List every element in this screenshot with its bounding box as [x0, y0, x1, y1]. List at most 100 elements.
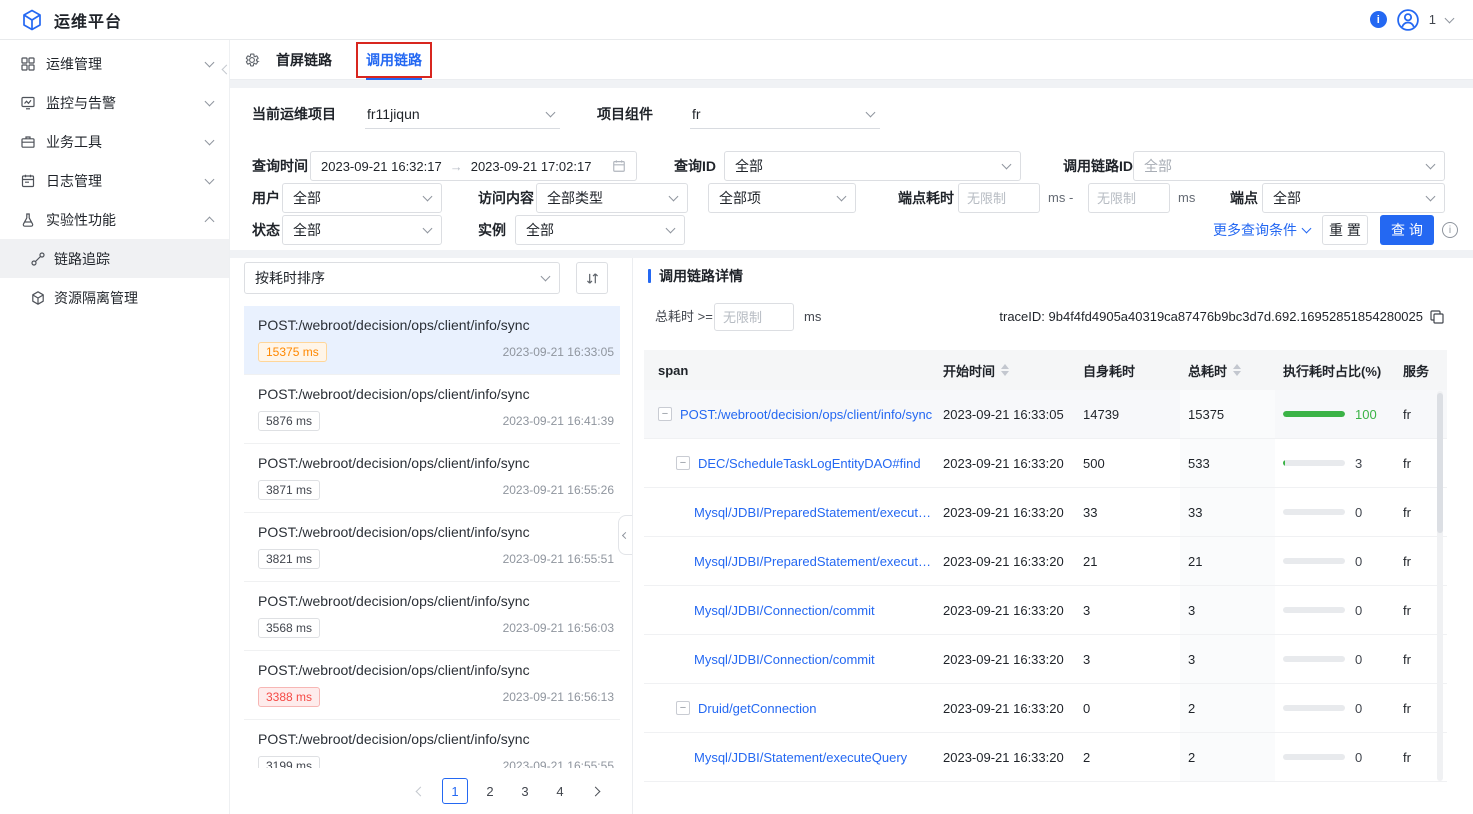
span-link[interactable]: Druid/getConnection	[698, 701, 817, 716]
user-select[interactable]: 全部	[282, 183, 442, 213]
span-link[interactable]: DEC/ScheduleTaskLogEntityDAO#find	[698, 456, 921, 471]
pagination-prev[interactable]	[407, 778, 433, 804]
collapse-toggle-icon[interactable]: −	[676, 456, 690, 470]
collapse-toggle-icon[interactable]: −	[658, 407, 672, 421]
endpoint-cost-max-input[interactable]	[1088, 183, 1170, 213]
span-table-row[interactable]: − Druid/getConnection 2023-09-21 16:33:2…	[644, 684, 1447, 733]
sort-by-select[interactable]: 按耗时排序	[244, 262, 560, 294]
sidebar-item-ops-management[interactable]: 运维管理	[0, 44, 229, 83]
info-icon[interactable]: i	[1369, 11, 1387, 28]
exec-pct-cell: 0	[1275, 586, 1395, 634]
endpoint-cost-min-input[interactable]	[958, 183, 1040, 213]
self-cost-cell: 3	[1083, 651, 1091, 667]
progress-track	[1283, 754, 1345, 760]
trace-list-item[interactable]: POST:/webroot/decision/ops/client/info/s…	[244, 444, 620, 513]
trace-list-items: POST:/webroot/decision/ops/client/info/s…	[244, 306, 620, 789]
panel-collapse-handle[interactable]	[618, 515, 632, 555]
copy-icon[interactable]	[1429, 309, 1445, 325]
filter-panel: 当前运维项目 fr11jiqun 项目组件 fr 查询时间 2023-09-21…	[230, 88, 1473, 250]
gear-icon[interactable]	[244, 52, 260, 68]
sidebar-item-label: 实验性功能	[46, 211, 116, 228]
span-link[interactable]: Mysql/JDBI/Connection/commit	[694, 652, 875, 667]
span-table-row[interactable]: − POST:/webroot/decision/ops/client/info…	[644, 390, 1447, 439]
trace-item-duration-badge: 3388 ms	[258, 687, 321, 707]
chevron-left-icon	[621, 531, 630, 539]
sidebar-item-experimental[interactable]: 实验性功能	[0, 200, 229, 239]
sidebar-item-resource-isolation[interactable]: 资源隔离管理	[0, 278, 229, 317]
progress-track	[1283, 705, 1345, 711]
col-total-cost[interactable]: 总耗时	[1180, 350, 1275, 390]
span-table-row[interactable]: − Mysql/JDBI/PreparedStatement/executeQ.…	[644, 488, 1447, 537]
sidebar-item-log-management[interactable]: 日志管理	[0, 161, 229, 200]
sort-order-button[interactable]	[576, 262, 608, 294]
progress-track	[1283, 411, 1345, 417]
col-start-time[interactable]: 开始时间	[935, 350, 1075, 390]
content-item-select[interactable]: 全部项	[708, 183, 856, 213]
span-table-body: − POST:/webroot/decision/ops/client/info…	[644, 390, 1447, 782]
collapse-toggle-icon[interactable]: −	[676, 701, 690, 715]
endpoint-label: 端点	[1230, 190, 1258, 206]
chevron-down-icon[interactable]	[1444, 13, 1455, 23]
endpoint-select[interactable]: 全部	[1262, 183, 1445, 213]
trace-list-item[interactable]: POST:/webroot/decision/ops/client/info/s…	[244, 375, 620, 444]
instance-select[interactable]: 全部	[515, 215, 685, 245]
self-cost-cell: 500	[1083, 455, 1105, 471]
trace-item-duration-badge: 15375 ms	[258, 342, 327, 362]
tab-call-trace[interactable]: 调用链路	[356, 40, 432, 80]
filter-info-icon[interactable]: i	[1442, 222, 1458, 238]
total-cost-cell: 3	[1180, 635, 1275, 683]
sidebar-item-label: 监控与告警	[46, 94, 116, 111]
sort-carets-icon[interactable]	[1001, 364, 1010, 376]
span-link[interactable]: Mysql/JDBI/Statement/executeQuery	[694, 750, 907, 765]
trace-list-item[interactable]: POST:/webroot/decision/ops/client/info/s…	[244, 651, 620, 720]
progress-track	[1283, 460, 1345, 466]
trace-id-select[interactable]: 全部	[1133, 151, 1445, 181]
pagination-page[interactable]: 4	[547, 778, 573, 804]
total-cost-input[interactable]	[714, 303, 794, 331]
reset-button[interactable]: 重 置	[1322, 215, 1368, 245]
trace-detail-panel: 调用链路详情 总耗时 >= ms traceID: 9b4f4fd4905a40…	[642, 258, 1473, 814]
trace-item-title: POST:/webroot/decision/ops/client/info/s…	[258, 317, 530, 333]
span-table-row[interactable]: − Mysql/JDBI/Connection/commit 2023-09-2…	[644, 635, 1447, 684]
pagination-page[interactable]: 2	[477, 778, 503, 804]
trace-list-item[interactable]: POST:/webroot/decision/ops/client/info/s…	[244, 513, 620, 582]
query-id-select[interactable]: 全部	[724, 151, 1021, 181]
status-select[interactable]: 全部	[282, 215, 442, 245]
start-time-cell: 2023-09-21 16:33:20	[943, 455, 1064, 471]
pagination-page[interactable]: 3	[512, 778, 538, 804]
project-select[interactable]: fr11jiqun	[365, 99, 560, 129]
span-link[interactable]: Mysql/JDBI/PreparedStatement/executeQ...	[694, 505, 935, 520]
more-conditions-link[interactable]: 更多查询条件	[1213, 215, 1312, 245]
sidebar-item-monitoring-alerts[interactable]: 监控与告警	[0, 83, 229, 122]
sidebar-item-trace[interactable]: 链路追踪	[0, 239, 229, 278]
span-link[interactable]: Mysql/JDBI/Connection/commit	[694, 603, 875, 618]
exec-pct-cell: 100	[1275, 390, 1395, 438]
time-range-picker[interactable]: 2023-09-21 16:32:17 → 2023-09-21 17:02:1…	[310, 151, 637, 181]
user-avatar-icon[interactable]	[1396, 8, 1419, 31]
span-link[interactable]: Mysql/JDBI/PreparedStatement/executeQuer…	[694, 554, 935, 569]
progress-label: 3	[1355, 455, 1363, 471]
exec-pct-cell: 3	[1275, 439, 1395, 487]
sidebar-item-label: 业务工具	[46, 133, 102, 150]
span-link[interactable]: POST:/webroot/decision/ops/client/info/s…	[680, 407, 932, 422]
span-table-row[interactable]: − Mysql/JDBI/Statement/executeQuery 2023…	[644, 733, 1447, 782]
span-table-row[interactable]: − Mysql/JDBI/Connection/commit 2023-09-2…	[644, 586, 1447, 635]
user-badge-count: 1	[1428, 12, 1436, 27]
sidebar-item-business-tools[interactable]: 业务工具	[0, 122, 229, 161]
search-button[interactable]: 查 询	[1380, 215, 1434, 245]
pagination-next[interactable]	[582, 778, 608, 804]
tab-first-screen[interactable]: 首屏链路	[276, 40, 332, 80]
content-type-select[interactable]: 全部类型	[536, 183, 688, 213]
pagination-page[interactable]: 1	[442, 778, 468, 804]
span-table-row[interactable]: − Mysql/JDBI/PreparedStatement/executeQu…	[644, 537, 1447, 586]
sort-carets-icon[interactable]	[1233, 364, 1242, 376]
component-select[interactable]: fr	[690, 99, 880, 129]
trace-list-item[interactable]: POST:/webroot/decision/ops/client/info/s…	[244, 582, 620, 651]
span-table-row[interactable]: − DEC/ScheduleTaskLogEntityDAO#find 2023…	[644, 439, 1447, 488]
chevron-down-icon	[422, 223, 433, 234]
ms-dash-text: ms -	[1048, 190, 1074, 205]
trace-list-item[interactable]: POST:/webroot/decision/ops/client/info/s…	[244, 306, 620, 375]
trace-item-timestamp: 2023-09-21 16:41:39	[502, 414, 614, 428]
table-scrollbar[interactable]	[1437, 391, 1443, 781]
chevron-down-icon	[204, 96, 215, 106]
